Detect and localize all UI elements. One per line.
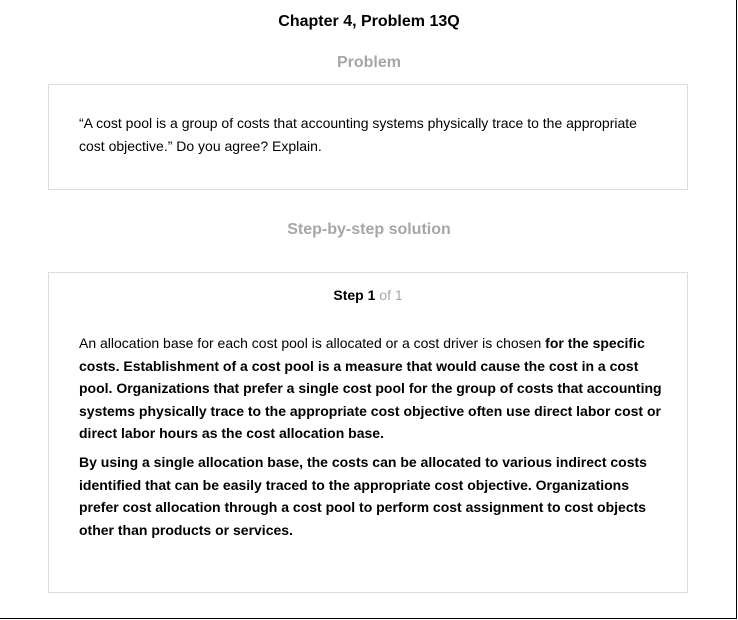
step-number: 1 — [367, 287, 376, 303]
solution-paragraph-2: By using a single allocation base, the c… — [79, 454, 647, 538]
step-label: Step 1 of 1 — [49, 286, 687, 304]
problem-text: “A cost pool is a group of costs that ac… — [79, 115, 637, 154]
step-total: of 1 — [379, 287, 403, 303]
page-title: Chapter 4, Problem 13Q — [278, 13, 460, 30]
solution-paragraph-1: An allocation base for each cost pool is… — [79, 332, 664, 445]
step-word: Step — [333, 287, 364, 303]
problem-heading: Problem — [336, 54, 401, 71]
solution-box: Step 1 of 1 An allocation base for each … — [48, 272, 688, 593]
solution-heading: Step-by-step solution — [287, 221, 451, 238]
paragraph-1-normal-text: An allocation base for each cost pool is… — [79, 335, 546, 351]
problem-box: “A cost pool is a group of costs that ac… — [48, 84, 688, 190]
